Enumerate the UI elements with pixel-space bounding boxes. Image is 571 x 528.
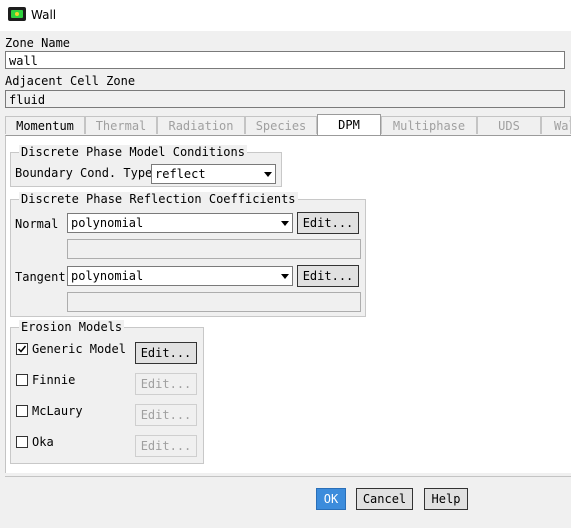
mclaury-label: McLaury xyxy=(32,404,83,418)
erosion-models-legend: Erosion Models xyxy=(19,320,125,334)
oka-edit-button[interactable]: Edit... xyxy=(135,435,197,457)
mclaury-checkbox[interactable] xyxy=(16,405,28,417)
tangent-edit-button[interactable]: Edit... xyxy=(297,265,359,287)
tab-thermal[interactable]: Thermal xyxy=(85,116,157,134)
chevron-down-icon xyxy=(264,172,272,177)
finnie-edit-button[interactable]: Edit... xyxy=(135,373,197,395)
cancel-button[interactable]: Cancel xyxy=(356,488,413,510)
adjacent-cell-zone-field: fluid xyxy=(5,90,565,108)
boundary-cond-type-value: reflect xyxy=(155,167,206,181)
normal-select[interactable]: polynomial xyxy=(67,213,293,233)
footer-divider xyxy=(5,476,571,477)
tab-wall-film[interactable]: Wal xyxy=(541,116,571,134)
reflection-coefficients-legend: Discrete Phase Reflection Coefficients xyxy=(19,192,298,206)
normal-label: Normal xyxy=(15,217,59,231)
generic-model-checkbox[interactable] xyxy=(16,343,28,355)
tab-multiphase[interactable]: Multiphase xyxy=(381,116,477,134)
tab-bar: Momentum Thermal Radiation Species DPM M… xyxy=(5,114,571,136)
dpm-conditions-legend: Discrete Phase Model Conditions xyxy=(19,145,247,159)
mclaury-edit-button[interactable]: Edit... xyxy=(135,404,197,426)
tab-momentum[interactable]: Momentum xyxy=(5,116,85,134)
chevron-down-icon xyxy=(281,221,289,226)
zone-name-label: Zone Name xyxy=(5,36,71,50)
finnie-label: Finnie xyxy=(32,373,76,387)
generic-model-label: Generic Model xyxy=(32,342,126,356)
tab-dpm[interactable]: DPM xyxy=(317,114,381,136)
normal-value: polynomial xyxy=(71,216,144,230)
zone-name-input[interactable]: wall xyxy=(5,51,565,69)
boundary-cond-type-select[interactable]: reflect xyxy=(151,164,276,184)
erosion-models-group: Erosion Models Generic Model Edit... Fin… xyxy=(10,320,204,464)
adjacent-cell-zone-label: Adjacent Cell Zone xyxy=(5,74,136,88)
finnie-checkbox[interactable] xyxy=(16,374,28,386)
ok-button[interactable]: OK xyxy=(316,488,346,510)
tangent-coefficients-box xyxy=(67,292,361,312)
tab-radiation[interactable]: Radiation xyxy=(157,116,245,134)
dpm-tab-panel: Discrete Phase Model Conditions Boundary… xyxy=(5,135,571,473)
tab-uds[interactable]: UDS xyxy=(477,116,541,134)
checkmark-icon xyxy=(17,345,27,353)
window-title: Wall xyxy=(31,8,57,22)
tangent-label: Tangent xyxy=(15,270,66,284)
help-button[interactable]: Help xyxy=(424,488,468,510)
title-bar: Wall xyxy=(0,0,571,31)
fluent-app-icon xyxy=(8,7,26,21)
reflection-coefficients-group: Discrete Phase Reflection Coefficients N… xyxy=(10,192,366,317)
boundary-cond-type-label: Boundary Cond. Type xyxy=(15,166,153,180)
normal-edit-button[interactable]: Edit... xyxy=(297,212,359,234)
oka-label: Oka xyxy=(32,435,54,449)
chevron-down-icon xyxy=(281,274,289,279)
generic-model-edit-button[interactable]: Edit... xyxy=(135,342,197,364)
tangent-value: polynomial xyxy=(71,269,144,283)
oka-checkbox[interactable] xyxy=(16,436,28,448)
tab-species[interactable]: Species xyxy=(245,116,317,134)
dpm-conditions-group: Discrete Phase Model Conditions Boundary… xyxy=(10,145,282,187)
normal-coefficients-box xyxy=(67,239,361,259)
tangent-select[interactable]: polynomial xyxy=(67,266,293,286)
